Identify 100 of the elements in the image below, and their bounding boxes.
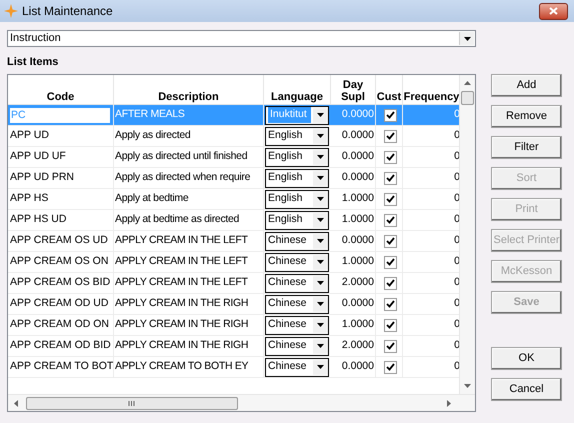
cust-checkbox[interactable] <box>384 298 397 310</box>
language-value: English <box>267 212 304 228</box>
description-cell-text: APPLY CREAM TO BOTH EY <box>115 359 248 374</box>
day-supply-cell-text: 2.0000 <box>342 275 374 290</box>
checkmark-icon <box>386 153 395 161</box>
column-header[interactable]: Day Supl <box>331 75 376 104</box>
dropdown-arrow-icon <box>317 218 324 222</box>
dropdown-arrow-icon <box>317 134 324 138</box>
code-cell-text: APP CREAM OS UD <box>10 233 108 248</box>
vertical-scrollbar[interactable] <box>459 75 475 394</box>
dropdown-arrow-icon <box>317 197 324 201</box>
description-cell-text: APPLY CREAM IN THE LEFT <box>115 233 248 248</box>
description-cell-text: Apply at bedtime as directed <box>115 212 240 228</box>
close-icon <box>549 7 558 15</box>
language-dropdown[interactable]: English <box>265 148 329 166</box>
checkmark-icon <box>386 195 395 203</box>
day-supply-cell-text: 0.0000 <box>342 233 374 248</box>
day-supply-cell-text: 0.0000 <box>342 149 374 164</box>
checkmark-icon <box>386 132 395 140</box>
description-cell-text: AFTER MEALS <box>115 107 185 122</box>
checkmark-icon <box>386 321 395 329</box>
list-dropdown[interactable]: Instruction <box>7 30 476 47</box>
dropdown-value: Instruction <box>9 31 62 46</box>
description-cell-text: Apply at bedtime <box>115 191 188 206</box>
cust-checkbox[interactable] <box>384 234 397 248</box>
scroll-right-icon <box>447 400 451 406</box>
day-supply-cell-text: 0.0000 <box>342 128 374 144</box>
scroll-thumb[interactable] <box>461 91 474 105</box>
column-header[interactable]: Cust <box>376 75 403 104</box>
column-header[interactable]: Code <box>8 75 114 104</box>
language-dropdown[interactable]: Chinese <box>265 358 329 376</box>
description-cell-text: Apply as directed <box>115 128 190 144</box>
app-icon <box>4 4 18 18</box>
language-value: Chinese <box>267 233 308 248</box>
language-dropdown[interactable]: English <box>265 126 329 146</box>
language-dropdown[interactable]: Chinese <box>265 316 329 334</box>
cust-checkbox[interactable] <box>384 172 397 184</box>
language-dropdown[interactable]: English <box>265 210 329 230</box>
language-dropdown[interactable]: Chinese <box>265 252 329 272</box>
cust-checkbox[interactable] <box>384 130 397 142</box>
code-cell-text: APP HS UD <box>10 212 66 228</box>
checkmark-icon <box>386 174 395 182</box>
cust-checkbox[interactable] <box>384 108 397 122</box>
scroll-left-icon <box>14 400 18 406</box>
close-button[interactable] <box>539 2 568 20</box>
horizontal-scrollbar[interactable] <box>8 394 475 411</box>
cust-checkbox[interactable] <box>384 192 397 206</box>
column-header[interactable]: Description <box>114 75 264 104</box>
dialog-button[interactable]: Add <box>491 74 562 97</box>
language-dropdown[interactable]: English <box>265 190 329 208</box>
dropdown-arrow-icon <box>317 302 324 306</box>
cust-checkbox[interactable] <box>384 340 397 352</box>
checkmark-icon <box>386 363 395 371</box>
grip-icon <box>128 400 136 406</box>
day-supply-cell-text: 2.0000 <box>342 338 374 354</box>
dropdown-arrow-icon <box>317 260 324 264</box>
dropdown-arrow-icon <box>317 239 324 243</box>
description-cell-text: APPLY CREAM IN THE LEFT <box>115 254 248 270</box>
code-cell-text: APP UD <box>10 128 49 144</box>
cust-checkbox[interactable] <box>384 150 397 164</box>
day-supply-cell-text: 1.0000 <box>342 254 374 270</box>
language-dropdown[interactable]: Chinese <box>265 274 329 292</box>
cust-checkbox[interactable] <box>384 360 397 374</box>
dialog-button[interactable]: Cancel <box>491 378 562 401</box>
cust-checkbox[interactable] <box>384 256 397 268</box>
language-dropdown[interactable]: Chinese <box>265 232 329 250</box>
dialog-button[interactable]: Filter <box>491 136 562 159</box>
column-header[interactable]: Language <box>264 75 331 104</box>
description-cell-text: APPLY CREAM IN THE LEFT <box>115 275 248 290</box>
code-cell-text: APP CREAM OS BID <box>10 275 110 290</box>
code-cell-text: APP CREAM OD ON <box>10 317 109 332</box>
day-supply-cell-text: 1.0000 <box>342 212 374 228</box>
scroll-thumb[interactable] <box>26 396 238 410</box>
dialog-button[interactable]: OK <box>491 347 562 370</box>
language-value: English <box>267 191 304 206</box>
description-cell-text: APPLY CREAM IN THE RIGH <box>115 338 248 354</box>
code-cell-text: APP UD UF <box>10 149 66 164</box>
language-dropdown[interactable]: Chinese <box>265 336 329 356</box>
day-supply-cell-text: 0.0000 <box>342 296 374 312</box>
section-label: List Items <box>6 55 60 69</box>
code-cell-text: APP UD PRN <box>10 170 74 186</box>
language-dropdown[interactable]: Chinese <box>265 294 329 314</box>
language-value: Chinese <box>267 275 308 290</box>
code-cell-text: APP CREAM OD BID <box>10 338 111 354</box>
language-value: Chinese <box>267 296 308 312</box>
day-supply-cell-text: 0.0000 <box>342 170 374 186</box>
language-dropdown[interactable]: English <box>265 168 329 188</box>
language-value: Chinese <box>267 317 308 332</box>
language-value: Chinese <box>267 338 308 354</box>
dropdown-arrow-icon <box>317 155 324 159</box>
cust-checkbox[interactable] <box>384 318 397 332</box>
dialog-button[interactable]: Remove <box>491 105 562 128</box>
day-supply-cell-text: 1.0000 <box>342 191 374 206</box>
cust-checkbox[interactable] <box>384 276 397 290</box>
code-cell-text: APP HS <box>10 191 48 206</box>
dropdown-arrow-icon <box>317 323 324 327</box>
code-cell-text: APP CREAM OS ON <box>10 254 108 270</box>
checkmark-icon <box>386 342 395 350</box>
checkmark-icon <box>386 216 395 224</box>
cust-checkbox[interactable] <box>384 214 397 226</box>
